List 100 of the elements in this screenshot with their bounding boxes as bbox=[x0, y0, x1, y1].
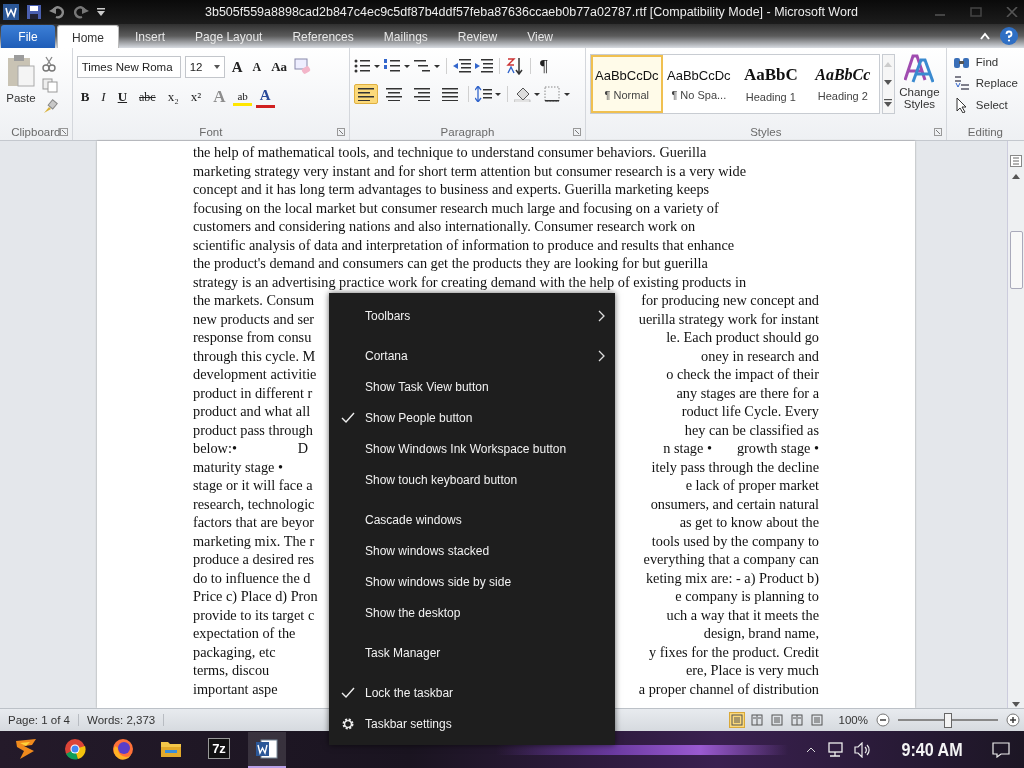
grow-font-button[interactable]: A bbox=[228, 58, 246, 76]
format-button[interactable]: x² bbox=[186, 88, 206, 106]
zoom-in-icon[interactable] bbox=[1006, 713, 1020, 727]
editing-button[interactable]: Select bbox=[950, 96, 1020, 114]
sort-icon[interactable] bbox=[506, 57, 525, 75]
page-count[interactable]: Page: 1 of 4 bbox=[4, 714, 80, 726]
font-size-field[interactable]: 12 bbox=[184, 56, 225, 78]
font-color-button[interactable]: A bbox=[255, 86, 275, 108]
view-button[interactable] bbox=[788, 712, 805, 728]
chevron-up-icon[interactable] bbox=[805, 746, 816, 753]
document-line: design, brand name, bbox=[703, 624, 819, 643]
document-line: the product's demand and consumers can get the products they are looking for but guerilla bbox=[193, 254, 708, 273]
menu-item[interactable]: Show Task View button bbox=[329, 371, 615, 402]
line-spacing-icon[interactable] bbox=[475, 86, 502, 102]
redo-icon[interactable] bbox=[73, 5, 89, 19]
menu-item[interactable]: Toolbars bbox=[329, 300, 615, 331]
ribbon-tab[interactable]: Insert bbox=[121, 25, 180, 48]
format-button[interactable]: x₂ bbox=[163, 88, 183, 106]
scissors-icon[interactable] bbox=[42, 56, 56, 72]
speaker-icon[interactable] bbox=[853, 741, 872, 758]
menu-item[interactable]: Show the desktop bbox=[329, 597, 615, 628]
change-case-button[interactable]: Aa bbox=[268, 59, 291, 75]
ruler-toggle-icon[interactable] bbox=[1010, 155, 1022, 167]
shrink-font-button[interactable]: A bbox=[249, 59, 265, 75]
format-button[interactable]: I bbox=[97, 88, 110, 106]
menu-item[interactable]: Show windows side by side bbox=[329, 566, 615, 597]
firefox-icon[interactable] bbox=[112, 737, 134, 760]
network-icon[interactable] bbox=[825, 741, 844, 758]
dropdown-arrow-icon[interactable] bbox=[213, 65, 220, 69]
menu-item[interactable]: Cortana bbox=[329, 340, 615, 371]
change-styles-button[interactable]: Change Styles bbox=[897, 54, 942, 124]
shading-icon[interactable] bbox=[514, 86, 541, 102]
ribbon-tab[interactable]: Mailings bbox=[369, 25, 442, 48]
save-icon[interactable] bbox=[27, 5, 41, 19]
group-label: Styles bbox=[750, 126, 782, 138]
style-item[interactable]: AaBbC Heading 1 bbox=[734, 55, 807, 113]
launcher-icon[interactable] bbox=[59, 128, 68, 136]
multilevel-list-icon[interactable] bbox=[414, 58, 441, 74]
ribbon-tab[interactable]: Page Layout bbox=[181, 25, 277, 48]
undo-icon[interactable] bbox=[49, 5, 65, 19]
chrome-icon[interactable] bbox=[64, 737, 86, 760]
brush-icon[interactable] bbox=[42, 99, 58, 115]
view-button[interactable] bbox=[748, 712, 765, 728]
menu-item[interactable]: Taskbar settings bbox=[329, 708, 615, 739]
launcher-icon[interactable] bbox=[572, 128, 581, 136]
menu-item[interactable]: Show People button bbox=[329, 402, 615, 433]
highlight-button[interactable]: ab bbox=[233, 88, 252, 106]
decrease-indent-icon[interactable] bbox=[453, 58, 472, 74]
format-button[interactable]: B bbox=[76, 88, 94, 106]
launcher-icon[interactable] bbox=[933, 128, 942, 136]
menu-item[interactable]: Cascade windows bbox=[329, 504, 615, 535]
menu-item[interactable]: Show Windows Ink Workspace button bbox=[329, 433, 615, 464]
font-name-field[interactable]: Times New Roma bbox=[76, 56, 181, 78]
align-button[interactable] bbox=[354, 84, 379, 104]
gallery-scrollbar[interactable] bbox=[881, 54, 895, 114]
style-item[interactable]: AaBbCcDc ¶ No Spa... bbox=[662, 55, 735, 113]
file-tab[interactable]: File bbox=[1, 25, 55, 48]
ribbon-tab[interactable]: Review bbox=[443, 25, 512, 48]
numbered-list-icon[interactable] bbox=[384, 58, 411, 74]
format-button[interactable]: abc bbox=[135, 88, 160, 106]
launcher-icon[interactable] bbox=[337, 128, 346, 136]
style-item[interactable]: AaBbCc Heading 2 bbox=[806, 55, 879, 113]
help-icon[interactable] bbox=[1000, 27, 1018, 45]
style-name: ¶ No Spa... bbox=[671, 88, 727, 101]
scroll-up-icon[interactable] bbox=[1012, 173, 1020, 179]
ribbon-tab[interactable]: References bbox=[278, 25, 368, 48]
style-item[interactable]: AaBbCcDc ¶ Normal bbox=[590, 55, 663, 113]
word-count[interactable]: Words: 2,373 bbox=[83, 714, 165, 726]
menu-item[interactable]: Lock the taskbar bbox=[329, 677, 615, 708]
notification-icon[interactable] bbox=[992, 741, 1010, 758]
increase-indent-icon[interactable] bbox=[475, 58, 494, 74]
style-name: Heading 1 bbox=[745, 91, 796, 103]
format-button[interactable]: U bbox=[113, 88, 132, 106]
ribbon-tab[interactable]: View bbox=[513, 25, 567, 48]
close-icon[interactable] bbox=[1006, 7, 1018, 17]
scroll-thumb[interactable] bbox=[1009, 231, 1023, 289]
paste-button[interactable]: Paste bbox=[4, 52, 38, 124]
bullet-list-icon[interactable] bbox=[354, 58, 381, 74]
document-line: a proper channel of distribution bbox=[638, 679, 819, 698]
layout-icon bbox=[790, 714, 803, 726]
slider-thumb[interactable] bbox=[944, 712, 952, 728]
zoom-level[interactable]: 100% bbox=[838, 714, 868, 726]
menu-item[interactable]: Show touch keyboard button bbox=[329, 464, 615, 495]
menu-item[interactable]: Show windows stacked bbox=[329, 535, 615, 566]
more-icon[interactable] bbox=[884, 98, 893, 107]
customize-icon[interactable] bbox=[97, 7, 105, 17]
archive-app-icon[interactable]: 7z bbox=[208, 738, 230, 759]
show-marks-button[interactable]: ¶ bbox=[537, 56, 551, 76]
ribbon-tab[interactable]: Home bbox=[57, 25, 119, 48]
editing-button[interactable]: Replace bbox=[950, 74, 1020, 92]
borders-icon[interactable] bbox=[544, 86, 571, 102]
word-app-icon[interactable] bbox=[255, 737, 279, 760]
document-line: through this cycle. M bbox=[193, 346, 316, 365]
menu-item[interactable]: Task Manager bbox=[329, 637, 615, 668]
editing-button[interactable]: Find bbox=[950, 54, 1020, 70]
scroll-down-icon[interactable] bbox=[884, 80, 893, 86]
vertical-scrollbar[interactable] bbox=[1007, 141, 1024, 708]
collapse-ribbon-icon[interactable] bbox=[980, 32, 990, 40]
clock[interactable]: 9:40 AM bbox=[901, 738, 963, 761]
zoom-out-icon[interactable] bbox=[876, 713, 890, 727]
